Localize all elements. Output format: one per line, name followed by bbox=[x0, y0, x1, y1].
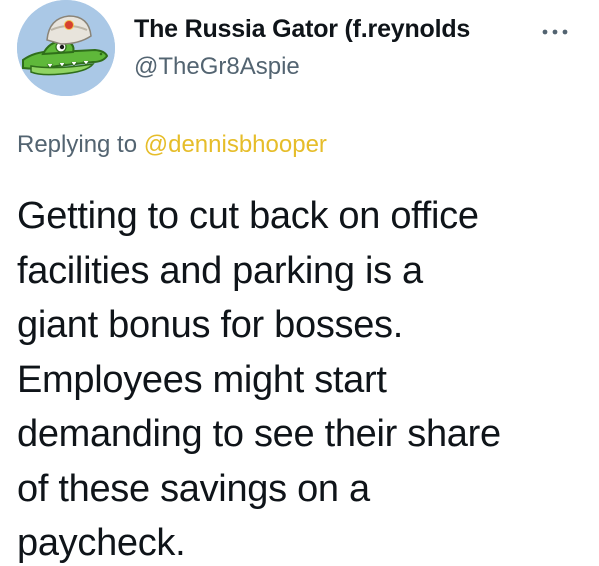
tweet-text-line: facilities and parking is a bbox=[17, 249, 423, 292]
tweet-text-line: demanding to see their share bbox=[17, 413, 501, 455]
tweet-text-line: giant bonus for bosses. bbox=[17, 304, 404, 346]
reply-context: Replying to @dennisbhooper bbox=[17, 131, 327, 159]
tweet-text-line: Employees might start bbox=[17, 358, 387, 401]
reply-mention-link[interactable]: @dennisbhooper bbox=[144, 131, 327, 158]
tweet-text-line: Getting to cut back on office bbox=[17, 195, 479, 237]
tweet-text-line: of these savings on a bbox=[17, 467, 370, 510]
gator-avatar-image bbox=[17, 0, 115, 96]
tweet-card: The Russia Gator (f.reynolds @TheGr8Aspi… bbox=[0, 0, 599, 566]
author-handle[interactable]: @TheGr8Aspie bbox=[134, 53, 300, 81]
more-icon[interactable] bbox=[540, 22, 570, 42]
reply-prefix: Replying to bbox=[17, 131, 138, 158]
author-display-name[interactable]: The Russia Gator (f.reynolds bbox=[134, 15, 470, 44]
tweet-text: Getting to cut back on office facilities… bbox=[17, 189, 592, 566]
avatar[interactable] bbox=[17, 0, 115, 96]
tweet-text-line: paycheck. bbox=[17, 522, 186, 564]
